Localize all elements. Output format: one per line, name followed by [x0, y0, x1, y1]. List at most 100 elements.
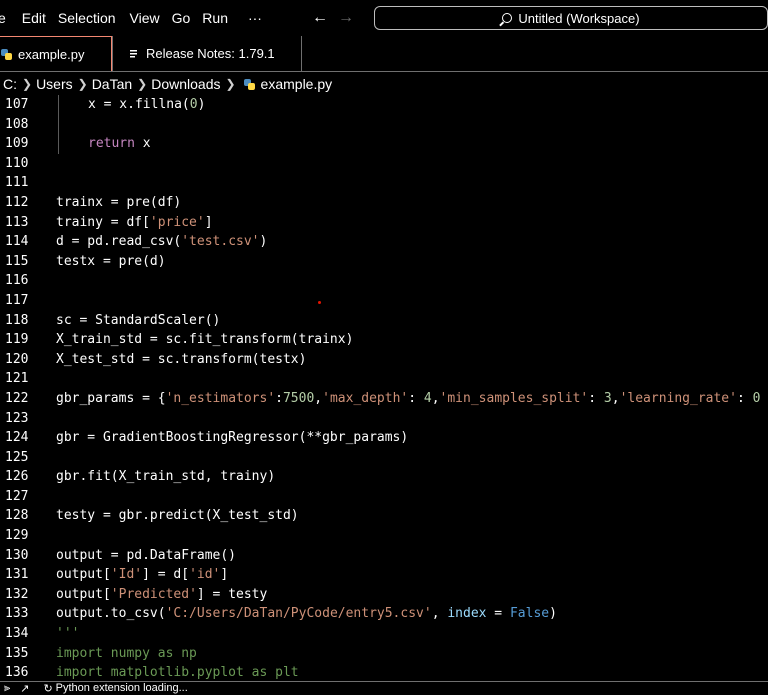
code-line[interactable]: 123	[0, 409, 768, 429]
code-line[interactable]: 131 output['Id'] = d['id']	[0, 565, 768, 585]
command-center-search[interactable]: Untitled (Workspace)	[374, 6, 768, 30]
menu-selection[interactable]: Selection	[58, 10, 116, 26]
back-arrow-icon[interactable]: ←	[312, 9, 328, 27]
code-line[interactable]: 135 import numpy as np	[0, 644, 768, 664]
code-text: d = pd.read_csv('test.csv')	[56, 234, 268, 250]
code-line[interactable]: 124 gbr = GradientBoostingRegressor(**gbr…	[0, 428, 768, 448]
python-extension-status: Python extension loading...	[55, 682, 188, 694]
breadcrumb-item-users[interactable]: Users	[36, 76, 73, 92]
code-line[interactable]: 133 output.to_csv('C:/Users/DaTan/PyCode/…	[0, 604, 768, 624]
more-menu-icon[interactable]: ···	[248, 10, 262, 26]
code-line[interactable]: 113 trainy = df['price']	[0, 213, 768, 233]
code-line[interactable]: 132 output['Predicted'] = testy	[0, 585, 768, 605]
menu-go[interactable]: Go	[172, 10, 191, 26]
code-text: import numpy as np	[56, 645, 197, 661]
code-line[interactable]: 134 '''	[0, 624, 768, 644]
accounts-icon[interactable]: ↗	[20, 682, 29, 695]
forward-arrow-icon[interactable]: →	[338, 9, 354, 27]
code-line[interactable]: 108	[0, 114, 768, 135]
code-text: testy = gbr.predict(X_test_std)	[56, 508, 299, 524]
code-line[interactable]: 121	[0, 369, 768, 389]
document-icon	[129, 48, 138, 59]
code-text: import matplotlib.pyplot as plt	[56, 665, 299, 681]
code-line[interactable]: 129	[0, 526, 768, 546]
line-number: 107	[5, 97, 29, 112]
code-line[interactable]: 117	[0, 291, 768, 311]
line-number: 115	[5, 253, 29, 269]
remote-icon[interactable]: ⫸	[4, 682, 10, 695]
code-text: gbr_params = {'n_estimators':7500,'max_d…	[56, 390, 761, 406]
code-line[interactable]: 116	[0, 271, 768, 291]
error-marker-icon	[318, 301, 321, 304]
line-number: 113	[5, 214, 29, 230]
code-line[interactable]: 114 d = pd.read_csv('test.csv')	[0, 232, 768, 252]
tab-release-notes[interactable]: Release Notes: 1.79.1	[112, 36, 302, 71]
code-line[interactable]: 109 return x	[0, 134, 768, 154]
tab-label: example.py	[18, 46, 85, 62]
indent-guide	[58, 95, 59, 115]
code-line[interactable]: 125	[0, 448, 768, 468]
line-number: 111	[5, 175, 29, 191]
editor-tab-bar: example.py Release Notes: 1.79.1	[0, 36, 768, 72]
line-number: 136	[5, 665, 29, 681]
code-text: output['Id'] = d['id']	[56, 567, 229, 583]
code-line[interactable]: 130 output = pd.DataFrame()	[0, 546, 768, 566]
code-line[interactable]: 122 gbr_params = {'n_estimators':7500,'ma…	[0, 389, 768, 409]
line-number: 123	[5, 410, 29, 426]
line-number: 114	[5, 234, 29, 250]
code-text: testx = pre(d)	[56, 253, 166, 269]
breadcrumb-item-datan[interactable]: DaTan	[92, 76, 132, 92]
code-text: sc = StandardScaler()	[56, 312, 221, 328]
tab-example-py[interactable]: example.py	[0, 36, 112, 71]
python-file-icon	[243, 78, 255, 90]
code-text: output.to_csv('C:/Users/DaTan/PyCode/ent…	[56, 606, 557, 622]
menu-view[interactable]: View	[130, 10, 160, 26]
indent-guide	[58, 134, 59, 154]
line-number: 109	[5, 136, 29, 152]
tab-label: Release Notes: 1.79.1	[146, 46, 275, 61]
line-number: 117	[5, 292, 29, 308]
workspace-title: Untitled (Workspace)	[518, 10, 640, 26]
menu-edit[interactable]: Edit	[22, 10, 46, 26]
line-number: 119	[5, 332, 29, 348]
code-line[interactable]: 118 sc = StandardScaler()	[0, 311, 768, 331]
code-line[interactable]: 126 gbr.fit(X_train_std, trainy)	[0, 467, 768, 487]
chevron-right-icon: ❯	[22, 77, 33, 91]
search-icon	[502, 13, 513, 23]
code-line[interactable]: 119 X_train_std = sc.fit_transform(trainx…	[0, 330, 768, 350]
line-number: 128	[5, 508, 29, 524]
code-line[interactable]: 111	[0, 173, 768, 193]
code-line[interactable]: 136 import matplotlib.pyplot as plt	[0, 663, 768, 681]
code-line[interactable]: 112 trainx = pre(df)	[0, 193, 768, 213]
menu-file[interactable]: e	[0, 10, 6, 26]
line-number: 131	[5, 567, 29, 583]
breadcrumb-item-file[interactable]: example.py	[261, 76, 333, 92]
line-number: 108	[5, 116, 29, 132]
line-number: 129	[5, 528, 29, 544]
breadcrumb-item-downloads[interactable]: Downloads	[151, 76, 220, 92]
line-number: 135	[5, 645, 29, 661]
menu-run[interactable]: Run	[202, 10, 228, 26]
code-text: X_train_std = sc.fit_transform(trainx)	[56, 332, 354, 348]
code-line[interactable]: 110	[0, 154, 768, 174]
line-number: 134	[5, 626, 29, 642]
line-number: 125	[5, 449, 29, 465]
code-line[interactable]: 120 X_test_std = sc.transform(testx)	[0, 350, 768, 370]
line-number: 127	[5, 488, 29, 504]
indent-guide	[58, 114, 59, 135]
chevron-right-icon: ❯	[225, 77, 236, 91]
line-number: 120	[5, 351, 29, 367]
code-editor[interactable]: 107 x = x.fillna(0) 108 109 return x 110 111 11…	[0, 95, 768, 681]
line-number: 110	[5, 155, 29, 171]
line-number: 112	[5, 194, 29, 210]
status-bar: ⫸ ↗ ↻ Python extension loading...	[0, 681, 768, 695]
chevron-right-icon: ❯	[77, 77, 88, 91]
code-text: gbr = GradientBoostingRegressor(**gbr_pa…	[56, 430, 409, 446]
code-line[interactable]: 107 x = x.fillna(0)	[0, 95, 768, 115]
code-line[interactable]: 115 testx = pre(d)	[0, 252, 768, 272]
breadcrumb-item-drive[interactable]: C:	[3, 76, 17, 92]
code-text: output['Predicted'] = testy	[56, 586, 268, 602]
code-line[interactable]: 127	[0, 487, 768, 507]
code-line[interactable]: 128 testy = gbr.predict(X_test_std)	[0, 506, 768, 526]
code-text: trainy = df['price']	[56, 214, 213, 230]
